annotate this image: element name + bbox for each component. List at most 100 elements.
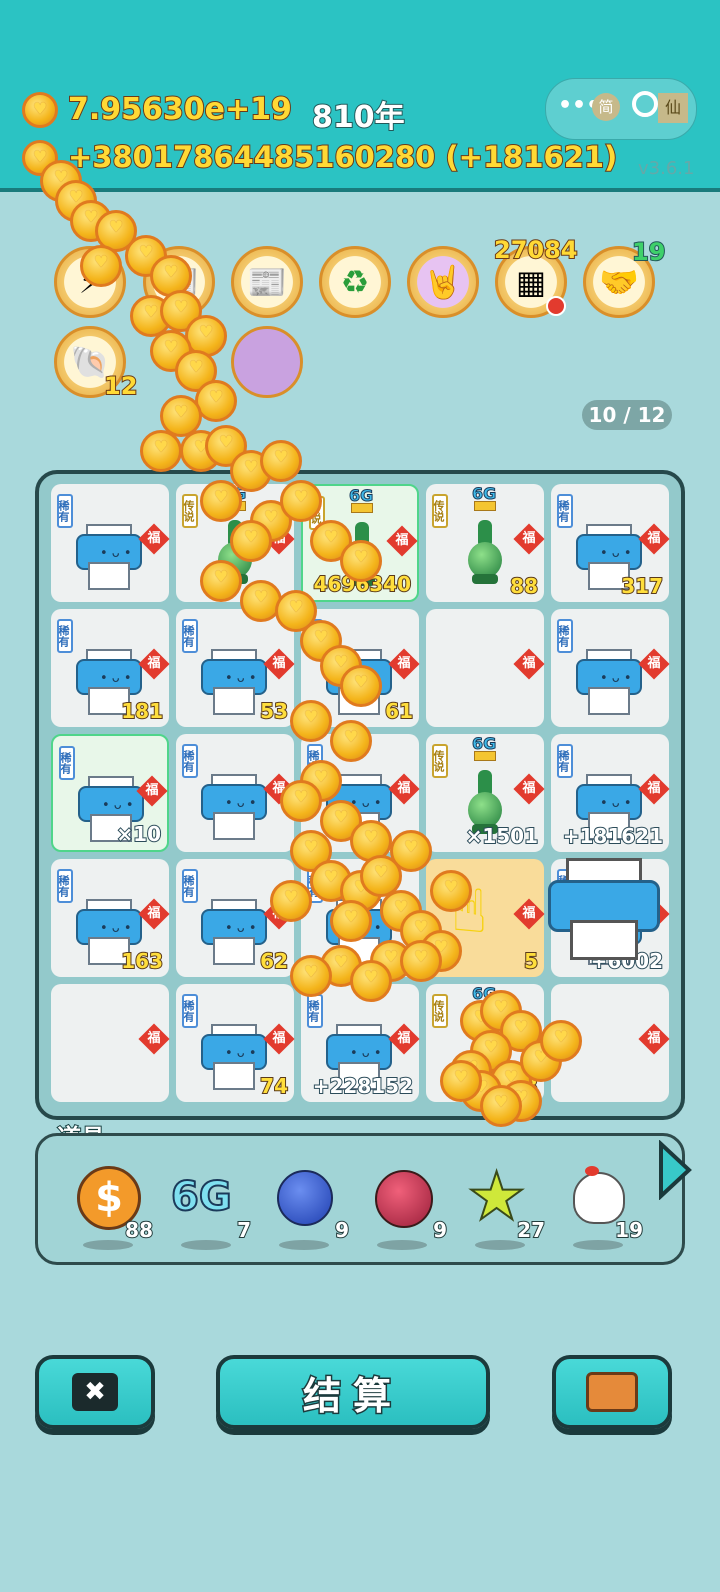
dragging-printer-icon[interactable] xyxy=(548,858,660,962)
cell-count: ×10 xyxy=(115,821,162,847)
shell-badge: 12 xyxy=(103,371,138,401)
rare-tag: 稀有 xyxy=(182,869,198,903)
fu-badge: 福 xyxy=(638,773,670,805)
prop-item[interactable]: 19 xyxy=(563,1166,644,1256)
bag-button[interactable] xyxy=(552,1355,672,1429)
gold-amount: 7.95630e+19 xyxy=(67,91,293,128)
prop-count: 7 xyxy=(236,1217,252,1243)
bird-icon xyxy=(573,1166,625,1224)
rare-tag: 稀有 xyxy=(57,494,73,528)
fu-badge: 福 xyxy=(638,523,670,555)
handshake-badge: 19 xyxy=(631,237,666,267)
grid-cell[interactable]: 传说 6G 福 ×1501 xyxy=(426,734,545,852)
version-label: v3.6.1 xyxy=(638,158,695,179)
minus-badge-icon[interactable] xyxy=(546,296,566,316)
printer-icon: • ᴗ • xyxy=(76,522,142,592)
close-miniprogram-button[interactable] xyxy=(632,91,658,117)
printer-icon: • ᴗ • xyxy=(576,647,642,717)
grid-cell[interactable]: 稀有 • ᴗ • 福 ×10 xyxy=(51,734,169,852)
rare-tag: 稀有 xyxy=(182,994,198,1028)
prop-item[interactable]: 9 xyxy=(367,1166,448,1256)
flying-coin-icon xyxy=(200,480,242,522)
grid-cell[interactable]: 稀有 • ᴗ • 福 163 xyxy=(51,859,170,977)
grid-cell[interactable]: 稀有• ᴗ •福62 xyxy=(176,859,295,977)
cell-count: ×1501 xyxy=(465,823,539,849)
fu-badge: 福 xyxy=(138,898,170,930)
fu-badge: 福 xyxy=(263,648,295,680)
flying-coin-icon xyxy=(290,700,332,742)
flying-coin-icon xyxy=(270,880,312,922)
briefcase-icon xyxy=(586,1372,638,1412)
flying-coin-icon xyxy=(80,245,122,287)
rare-tag: 稀有 xyxy=(557,744,573,778)
buff-time-magazine-icon-2[interactable]: 📰 xyxy=(231,246,303,318)
cell-count: 61 xyxy=(384,698,414,724)
immortal-badge[interactable]: 仙 xyxy=(658,93,688,123)
flying-coin-icon xyxy=(290,955,332,997)
fu-badge: 福 xyxy=(638,648,670,680)
fu-badge: 福 xyxy=(263,1023,295,1055)
cell-count: 181 xyxy=(120,698,164,724)
year-label: 810年 xyxy=(311,99,406,136)
grid-cell[interactable]: 稀有• ᴗ •福 xyxy=(176,734,295,852)
grid-cell[interactable]: 稀有 • ᴗ • 福 53 xyxy=(176,609,295,727)
fu-badge: 福 xyxy=(388,648,420,680)
prop-item[interactable]: 9 xyxy=(269,1166,350,1256)
buff-rock-hand-icon[interactable]: 🤘 xyxy=(407,246,479,318)
next-props-arrow-icon[interactable] xyxy=(655,1140,695,1200)
settle-label: 结算 xyxy=(301,1372,403,1419)
grid-cell[interactable]: 福 xyxy=(51,984,170,1102)
flying-coin-icon xyxy=(200,560,242,602)
grid-cell[interactable]: 稀有 • ᴗ • 福 181 xyxy=(51,609,170,727)
rare-tag: 稀有 xyxy=(557,619,573,653)
flying-coin-icon xyxy=(330,720,372,762)
gold-coin-icon xyxy=(22,92,58,128)
prop-item[interactable]: 6G 7 xyxy=(170,1166,252,1256)
grid-cell[interactable]: 稀有 • ᴗ • 福 74 xyxy=(176,984,295,1102)
grid-cell[interactable]: 稀有 • ᴗ • 福 +181621 xyxy=(551,734,670,852)
cell-count: +181621 xyxy=(562,823,664,849)
flying-coin-icon xyxy=(440,1060,482,1102)
prop-count: 9 xyxy=(334,1217,350,1243)
legend-tag: 传说 xyxy=(182,494,198,528)
rare-tag: 稀有 xyxy=(557,494,573,528)
cell-count: 53 xyxy=(259,698,289,724)
settle-button[interactable]: 结算 xyxy=(216,1355,490,1429)
flying-coin-icon xyxy=(280,480,322,522)
close-button[interactable]: ✖ xyxy=(35,1355,155,1429)
grid-cell[interactable]: 稀有• ᴗ •福 xyxy=(51,484,170,602)
buff-recycle-icon[interactable]: ♻ xyxy=(319,246,391,318)
flying-coin-icon xyxy=(260,440,302,482)
rare-tag: 稀有 xyxy=(59,746,75,780)
miniprogram-capsule: ••• 简 仙 xyxy=(545,78,697,140)
flying-coin-icon xyxy=(540,1020,582,1062)
printer-icon: • ᴗ • xyxy=(201,647,267,717)
rare-tag: 稀有 xyxy=(57,869,73,903)
fu-badge: 福 xyxy=(386,525,418,557)
lychee-icon xyxy=(375,1170,433,1228)
simplified-toggle[interactable]: 简 xyxy=(592,93,620,121)
rare-tag: 稀有 xyxy=(182,619,198,653)
grid-cell[interactable]: 稀有• ᴗ •福 xyxy=(551,609,670,727)
blueberry-icon xyxy=(277,1170,333,1226)
cell-count: 163 xyxy=(120,948,164,974)
prop-item[interactable]: ★ 27 xyxy=(465,1157,546,1256)
fu-badge: 福 xyxy=(138,523,170,555)
fu-badge: 福 xyxy=(138,648,170,680)
prop-count: 9 xyxy=(432,1217,448,1243)
fu-badge: 福 xyxy=(513,898,545,930)
prop-item[interactable]: $88 xyxy=(73,1166,154,1256)
close-x-icon: ✖ xyxy=(72,1373,118,1411)
flying-coin-icon xyxy=(330,900,372,942)
flying-coin-icon xyxy=(140,430,182,472)
flying-coin-icon xyxy=(430,870,472,912)
props-panel: $88 6G 7 9 9 ★ 27 19 xyxy=(35,1133,685,1265)
income-rate: +38017864485160280 (+181621) xyxy=(67,139,618,175)
grid-cell[interactable]: 传说 6G 福 88 xyxy=(426,484,545,602)
grid-cell[interactable]: 稀有 • ᴗ • 福 +228152 xyxy=(301,984,420,1102)
fu-badge: 福 xyxy=(136,775,168,807)
buff-purple-icon[interactable] xyxy=(231,326,303,398)
prop-count: 19 xyxy=(614,1217,644,1243)
grid-cell[interactable]: 福 xyxy=(426,609,545,727)
grid-cell[interactable]: 稀有 • ᴗ • 福 317 xyxy=(551,484,670,602)
